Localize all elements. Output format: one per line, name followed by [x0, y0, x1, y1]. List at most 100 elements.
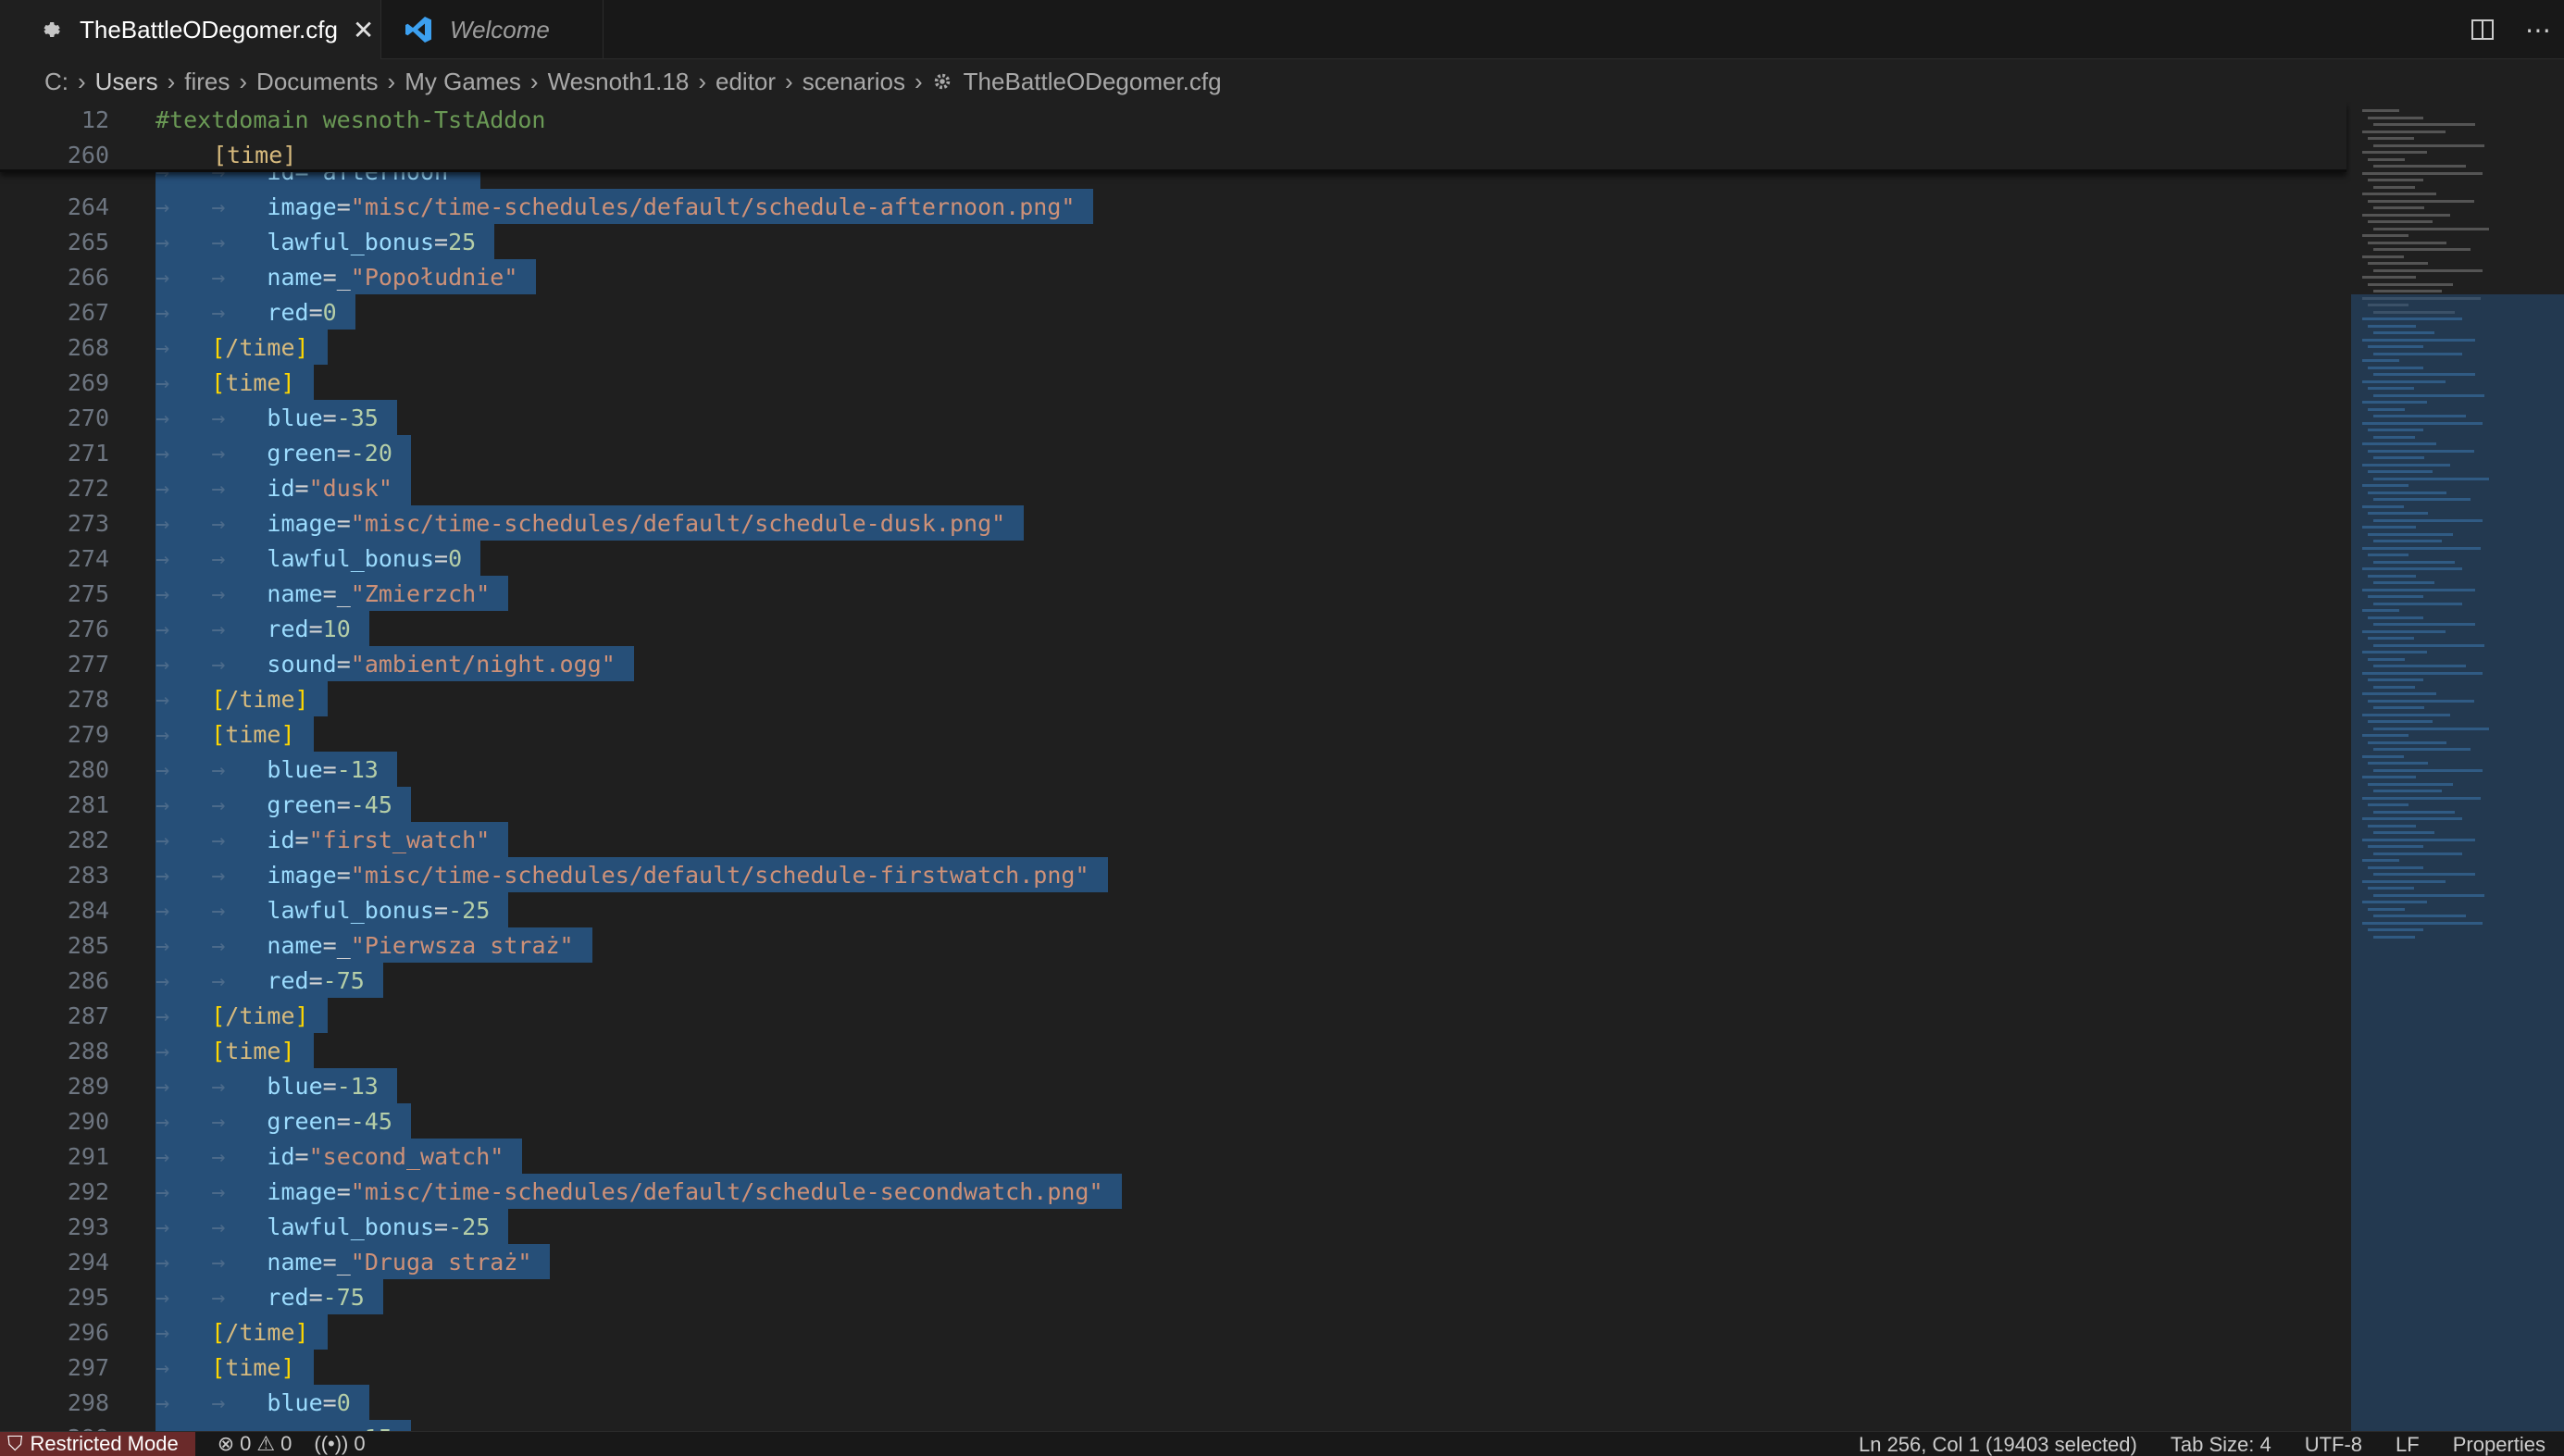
indent-guide: → → — [156, 650, 268, 678]
breadcrumb-scenarios[interactable]: scenarios — [803, 68, 905, 96]
breadcrumb-fires[interactable]: fires — [184, 68, 230, 96]
indent-guide: → → — [156, 1072, 268, 1100]
code-text: → → image = " misc/time-schedules/default/s… — [156, 505, 1025, 541]
code-line[interactable]: 275 → → name = _ " Zmierzch " — [0, 576, 2346, 611]
code-line[interactable]: 265 → → lawful_bonus = 25 — [0, 224, 2346, 259]
code-text: → → name = _ " Druga straż " — [156, 1244, 551, 1279]
code-line[interactable]: 271 → → green = -20 — [0, 435, 2346, 470]
chevron-right-icon: › — [698, 67, 706, 95]
minimap-row — [2373, 143, 2484, 147]
code-line[interactable]: 264 → → image = " misc/time-schedules/defaul… — [0, 189, 2346, 224]
code-line[interactable]: 292 → → image = " misc/time-schedules/defaul… — [0, 1174, 2346, 1209]
code-line[interactable]: 298 → → blue = 0 — [0, 1385, 2346, 1420]
broadcast-icon: ((•)) — [314, 1432, 349, 1455]
breadcrumb-wesnoth[interactable]: Wesnoth1.18 — [548, 68, 690, 96]
line-number: 288 — [67, 1037, 109, 1064]
code-line[interactable]: 282 → → id = " first_watch " — [0, 822, 2346, 857]
breadcrumb-drive[interactable]: C: — [44, 68, 68, 96]
language-mode[interactable]: Properties — [2453, 1433, 2545, 1456]
number-value: 0 — [322, 298, 337, 326]
bracket: ] — [294, 1002, 309, 1029]
error-icon: ⊗ — [217, 1432, 235, 1455]
ports-indicator[interactable]: ((•)) 0 — [314, 1432, 365, 1456]
code-line[interactable]: 284 → → lawful_bonus = -25 — [0, 892, 2346, 927]
breadcrumb-my-games[interactable]: My Games — [405, 68, 521, 96]
string-value: misc/time-schedules/default/schedule-fir… — [364, 861, 1076, 889]
code-line[interactable]: 297 → [time] — [0, 1350, 2346, 1385]
tab-size[interactable]: Tab Size: 4 — [2171, 1433, 2272, 1456]
code-line[interactable]: 283 → → image = " misc/time-schedules/defaul… — [0, 857, 2346, 892]
tab-welcome[interactable]: Welcome — [381, 0, 604, 59]
code-line[interactable]: 273 → → image = " misc/time-schedules/defaul… — [0, 505, 2346, 541]
code-line[interactable]: 290 → → green = -45 — [0, 1103, 2346, 1139]
errors-count: 0 — [240, 1432, 252, 1455]
breadcrumb-users[interactable]: Users — [95, 68, 158, 96]
code-line[interactable]: 270 → → blue = -35 — [0, 400, 2346, 435]
code-line[interactable]: 269 → [time] — [0, 365, 2346, 400]
line-number: 283 — [67, 861, 109, 889]
end-of-line[interactable]: LF — [2396, 1433, 2420, 1456]
code-text: → [time] — [156, 716, 314, 752]
code-line[interactable]: 267 → → red = 0 — [0, 294, 2346, 330]
code-line[interactable]: 286 → → red = -75 — [0, 963, 2346, 998]
code-line[interactable]: 285 → → name = _ " Pierwsza straż " — [0, 927, 2346, 963]
line-number: 286 — [67, 966, 109, 994]
code-line[interactable]: 274 → → lawful_bonus = 0 — [0, 541, 2346, 576]
code-editor[interactable]: 12 #textdomain wesnoth-TstAddon 260 [tim… — [0, 102, 2351, 1431]
chevron-right-icon: › — [785, 67, 793, 95]
indent-guide: → → — [156, 298, 268, 326]
code-line[interactable]: 291 → → id = " second_watch " — [0, 1139, 2346, 1174]
breadcrumb-editor[interactable]: editor — [716, 68, 776, 96]
code-text: → [/time] — [156, 998, 328, 1033]
breadcrumb-documents[interactable]: Documents — [256, 68, 379, 96]
code-line[interactable]: 268 → [/time] — [0, 330, 2346, 365]
indent-guide: → → — [156, 790, 268, 818]
line-number: 12 — [81, 106, 109, 133]
sticky-line[interactable]: 260 [time] — [0, 137, 2346, 172]
code-text: → → red = 10 — [156, 611, 369, 646]
code-line[interactable]: 278 → [/time] — [0, 681, 2346, 716]
code-line[interactable]: 279 → [time] — [0, 716, 2346, 752]
quote: " — [308, 826, 323, 853]
ports-count: 0 — [354, 1432, 366, 1455]
minimap-slider[interactable] — [2351, 294, 2564, 1431]
code-line[interactable]: 296 → [/time] — [0, 1314, 2346, 1350]
split-editor-icon[interactable] — [2464, 11, 2501, 48]
code-line[interactable]: 272 → → id = " dusk " — [0, 470, 2346, 505]
encoding[interactable]: UTF-8 — [2305, 1433, 2362, 1456]
code-text: → → blue = -35 — [156, 400, 397, 435]
line-number: 275 — [67, 579, 109, 607]
code-line[interactable]: 294 → → name = _ " Druga straż " — [0, 1244, 2346, 1279]
code-line[interactable]: 277 → → sound = " ambient/night.ogg " — [0, 646, 2346, 681]
tag-name: time — [225, 368, 281, 396]
code-text: → → lawful_bonus = -25 — [156, 892, 509, 927]
indent-guide: → → — [156, 966, 268, 994]
close-icon[interactable]: ✕ — [353, 15, 374, 45]
code-line[interactable]: 299 → → green=-15 — [0, 1420, 2346, 1431]
indent-guide: → → — [156, 861, 268, 889]
code-line[interactable]: 266 → → name = _ " Popołudnie " — [0, 259, 2346, 294]
code-line[interactable]: 295 → → red = -75 — [0, 1279, 2346, 1314]
problems-indicator[interactable]: ⊗ 0 ⚠ 0 — [218, 1432, 292, 1456]
code-line[interactable]: 289 → → blue = -13 — [0, 1068, 2346, 1103]
tab-thebattleodegomer[interactable]: TheBattleODegomer.cfg ✕ — [0, 0, 381, 59]
code-line[interactable]: 280 → → blue = -13 — [0, 752, 2346, 787]
indent-guide: → → — [156, 1177, 268, 1205]
cursor-position[interactable]: Ln 256, Col 1 (19403 selected) — [1859, 1433, 2137, 1456]
code-line[interactable]: 287 → [/time] — [0, 998, 2346, 1033]
code-line[interactable]: 293 → → lawful_bonus = -25 — [0, 1209, 2346, 1244]
tag-name: /time — [225, 1002, 295, 1029]
code-line[interactable]: 281 → → green = -45 — [0, 787, 2346, 822]
code-line[interactable]: 276 → → red = 10 — [0, 611, 2346, 646]
bracket: [ — [211, 1002, 226, 1029]
breadcrumb-file[interactable]: TheBattleODegomer.cfg — [964, 68, 1222, 96]
more-actions-icon[interactable]: ⋯ — [2520, 11, 2557, 48]
sticky-scroll[interactable]: 12 #textdomain wesnoth-TstAddon 260 [tim… — [0, 102, 2346, 172]
code-line[interactable]: 288 → [time] — [0, 1033, 2346, 1068]
key-name: sound — [267, 650, 337, 678]
sticky-line[interactable]: 12 #textdomain wesnoth-TstAddon — [0, 102, 2346, 137]
minimap[interactable] — [2351, 102, 2564, 1431]
restricted-mode-indicator[interactable]: ⛉ Restricted Mode — [0, 1432, 195, 1456]
equals-sign: = — [322, 755, 337, 783]
equals-sign: = — [322, 263, 337, 291]
